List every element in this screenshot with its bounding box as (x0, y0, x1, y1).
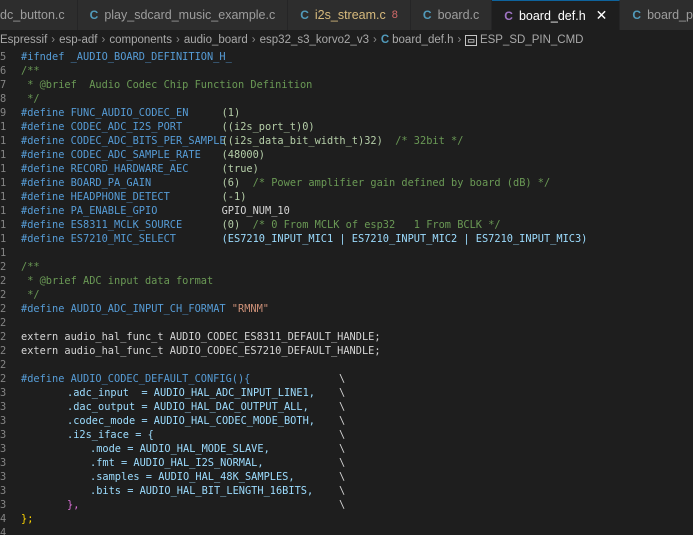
code-line: #define PA_ENABLE_GPIO GPIO_NUM_10 (21, 205, 290, 217)
code-line: #ifndef _AUDIO_BOARD_DEFINITION_H_ (21, 51, 232, 63)
code-line: #define FUNC_AUDIO_CODEC_EN (1) (21, 107, 241, 119)
chevron-right-icon: › (251, 34, 256, 46)
tab-bar: dc_button.c C play_sdcard_music_example.… (0, 0, 693, 30)
tab-label: board_pins_config.c (647, 8, 693, 22)
breadcrumb-item[interactable]: components (109, 34, 172, 46)
breadcrumb-item[interactable]: ESP_SD_PIN_CMD (480, 34, 584, 46)
tab-board-def-h[interactable]: C board_def.h ✕ (492, 0, 621, 30)
symbol-icon: ▭ (465, 34, 477, 46)
line-number: 8 (0, 93, 7, 105)
code-line: .adc_input = AUDIO_HAL_ADC_INPUT_LINE1, \ (67, 387, 346, 399)
code-line: #define ES8311_MCLK_SOURCE (0) /* 0 From … (21, 219, 501, 231)
breadcrumb-item[interactable]: esp-adf (59, 34, 97, 46)
code-line: * @brief ADC input data format (21, 275, 214, 287)
code-line: */ (21, 289, 40, 301)
chevron-right-icon: › (457, 34, 462, 46)
code-line: extern audio_hal_func_t AUDIO_CODEC_ES83… (21, 331, 381, 343)
code-line: #define CODEC_ADC_SAMPLE_RATE (48000) (21, 149, 266, 161)
line-number: 6 (0, 65, 7, 77)
breadcrumb-item[interactable]: Espressif (0, 34, 47, 46)
code-line: * @brief Audio Codec Chip Function Defin… (21, 79, 313, 91)
code-line: .bits = AUDIO_HAL_BIT_LENGTH_16BITS, \ (90, 485, 346, 497)
code-line: #define HEADPHONE_DETECT (-1) (21, 191, 247, 203)
code-line: #define CODEC_ADC_BITS_PER_SAMPLE((i2s_d… (21, 135, 464, 147)
close-icon[interactable]: ✕ (596, 7, 608, 24)
line-number: 5 (0, 51, 7, 63)
c-file-icon: C (422, 8, 432, 22)
code-line: .dac_output = AUDIO_HAL_DAC_OUTPUT_ALL, \ (67, 401, 346, 413)
breadcrumb: Espressif › esp-adf › components › audio… (0, 30, 693, 50)
code-line: }, \ (67, 499, 346, 511)
c-file-icon: C (380, 34, 390, 46)
code-line: .codec_mode = AUDIO_HAL_CODEC_MODE_BOTH,… (67, 415, 346, 427)
breadcrumb-item[interactable]: audio_board (184, 34, 248, 46)
code-editor[interactable]: 5 #ifndef _AUDIO_BOARD_DEFINITION_H_ 6 /**… (0, 50, 693, 535)
breadcrumb-item[interactable]: board_def.h (392, 34, 453, 46)
code-line: .i2s_iface = {\ (67, 429, 346, 441)
code-line: /** (21, 261, 40, 273)
tab-dc-button[interactable]: dc_button.c (0, 0, 78, 30)
code-line: #define RECORD_HARDWARE_AEC (true) (21, 163, 259, 175)
code-line: */ (21, 93, 40, 105)
code-line: #define AUDIO_ADC_INPUT_CH_FORMAT "RMNM" (21, 303, 269, 315)
code-line: extern audio_hal_func_t AUDIO_CODEC_ES72… (21, 345, 381, 357)
tab-label: play_sdcard_music_example.c (104, 8, 276, 22)
code-line: #define AUDIO_CODEC_DEFAULT_CONFIG(){\ (21, 373, 346, 385)
c-file-icon: C (632, 8, 642, 22)
line-number: 7 (0, 79, 7, 91)
tab-board-pins-config[interactable]: C board_pins_config.c (620, 0, 693, 30)
breadcrumb-item[interactable]: esp32_s3_korvo2_v3 (260, 34, 369, 46)
tab-label: board_def.h (518, 8, 586, 23)
tab-board-c[interactable]: C board.c (410, 0, 493, 30)
code-line: .mode = AUDIO_HAL_MODE_SLAVE, \ (90, 443, 346, 455)
tab-i2s-stream[interactable]: C i2s_stream.c 8 (288, 0, 411, 30)
tab-play-sdcard-music-example[interactable]: C play_sdcard_music_example.c (77, 0, 289, 30)
tab-label: i2s_stream.c (314, 8, 386, 22)
chevron-right-icon: › (51, 34, 56, 46)
code-line: #define CODEC_ADC_I2S_PORT ((i2s_port_t)0… (21, 121, 315, 133)
chevron-right-icon: › (101, 34, 106, 46)
chevron-right-icon: › (176, 34, 180, 46)
code-line: /** (21, 65, 40, 77)
code-line: #define BOARD_PA_GAIN (6) /* Power amplif… (21, 177, 551, 189)
chevron-right-icon: › (372, 34, 377, 46)
c-file-icon: C (89, 8, 99, 22)
code-line: .samples = AUDIO_HAL_48K_SAMPLES, \ (90, 471, 346, 483)
code-line: }; (21, 513, 34, 525)
code-line: .fmt = AUDIO_HAL_I2S_NORMAL, \ (90, 457, 346, 469)
tab-label: dc_button.c (0, 8, 65, 22)
code-line: #define ES7210_MIC_SELECT (ES7210_INPUT_M… (21, 233, 588, 245)
problems-badge: 8 (391, 9, 398, 21)
c-file-icon: C (300, 8, 309, 22)
header-file-icon: C (504, 8, 513, 23)
tab-label: board.c (437, 8, 480, 22)
